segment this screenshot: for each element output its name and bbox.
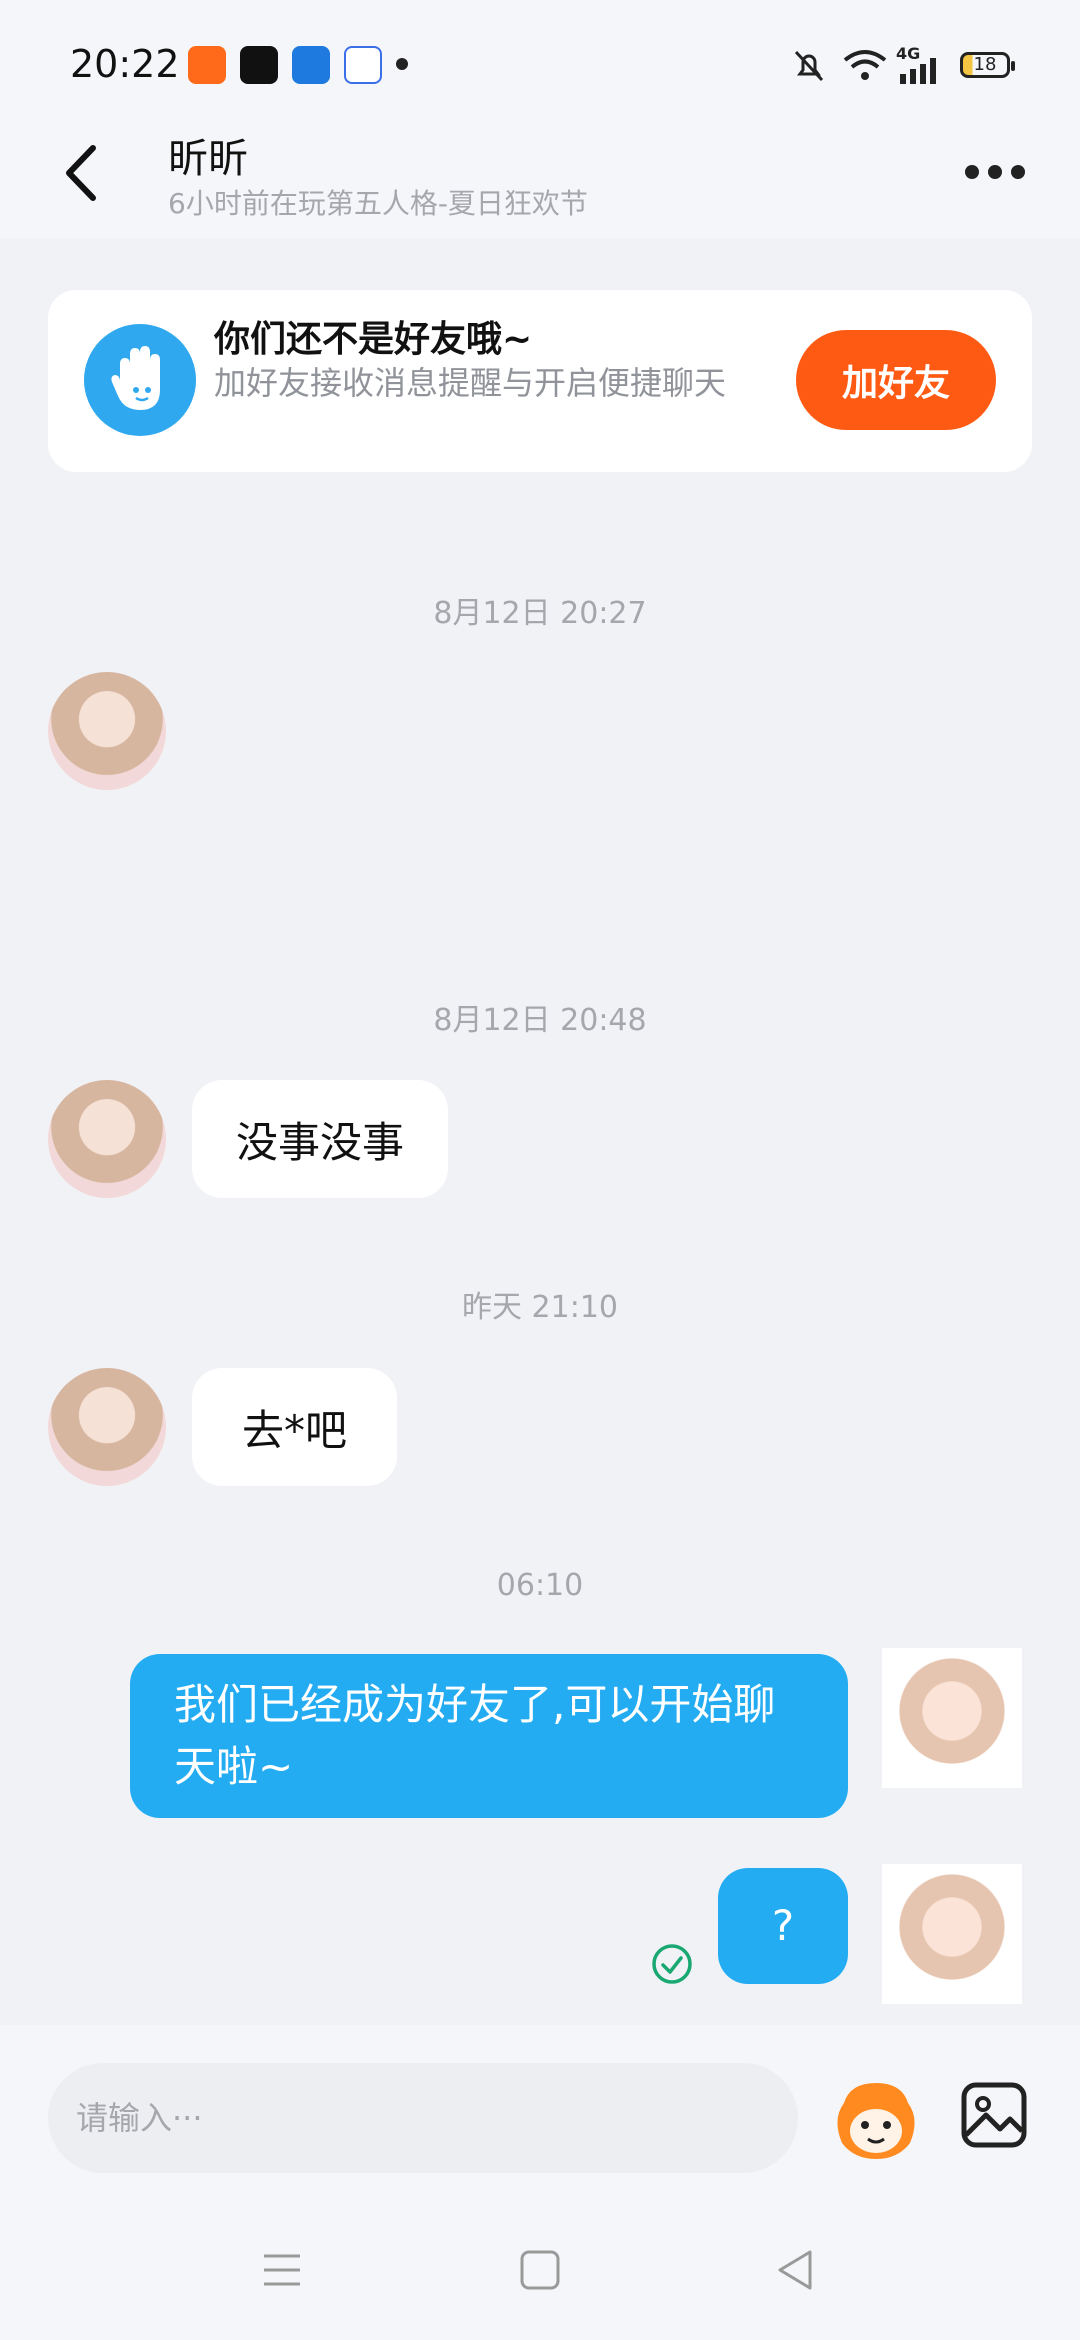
wifi-icon [843, 50, 887, 80]
chat-header: 昕昕 6小时前在玩第五人格-夏日狂欢节 [0, 110, 1080, 238]
message-text: 去*吧 [242, 1405, 348, 1455]
sent-check-icon [652, 1944, 692, 1984]
contact-avatar[interactable] [48, 1368, 166, 1486]
contact-avatar[interactable] [48, 1080, 166, 1198]
incoming-message-bubble[interactable]: 没事没事 [192, 1080, 449, 1198]
my-avatar[interactable] [882, 1648, 1022, 1788]
mute-bell-icon [794, 50, 824, 82]
wave-hand-icon [84, 324, 196, 436]
message-timestamp: 8月12日 20:48 [433, 1003, 647, 1038]
outgoing-message-bubble[interactable]: ? [718, 1868, 848, 1984]
my-avatar[interactable] [882, 1864, 1022, 2004]
message-text: ? [771, 1901, 795, 1950]
contact-avatar[interactable] [48, 672, 166, 790]
outgoing-message-bubble[interactable]: 我们已经成为好友了,可以开始聊天啦~ [130, 1654, 848, 1818]
message-timestamp: 06:10 [496, 1568, 584, 1603]
card-description: 加好友接收消息提醒与开启便捷聊天 [214, 364, 727, 402]
more-options-icon[interactable] [960, 152, 1030, 192]
message-input-bar [0, 2025, 1080, 2200]
add-friend-button[interactable]: 加好友 [796, 330, 996, 430]
back-nav-icon[interactable] [770, 2244, 822, 2296]
home-nav-icon[interactable] [514, 2244, 566, 2296]
contact-name[interactable]: 昕昕 [168, 126, 248, 184]
back-arrow-icon[interactable] [55, 138, 105, 208]
card-title: 你们还不是好友哦~ [214, 319, 533, 360]
signal-icon [900, 58, 936, 84]
menu-nav-icon[interactable] [256, 2244, 308, 2296]
system-navigation-bar [0, 2200, 1080, 2340]
message-input[interactable] [48, 2063, 798, 2173]
status-time: 20:22 [70, 42, 180, 86]
incoming-message-bubble[interactable]: 去*吧 [192, 1368, 398, 1486]
app-icon [292, 46, 330, 84]
notification-dot-icon [396, 58, 408, 70]
kuaishou-app-icon [188, 46, 226, 84]
message-timestamp: 8月12日 20:27 [433, 596, 647, 631]
battery-icon: 18 [960, 52, 1015, 78]
image-icon[interactable] [958, 2079, 1030, 2151]
douyin-app-icon [240, 46, 278, 84]
message-text: 没事没事 [236, 1117, 405, 1167]
message-timestamp: 昨天 21:10 [462, 1290, 618, 1325]
not-friends-card: 你们还不是好友哦~ 加好友接收消息提醒与开启便捷聊天 加好友 [48, 290, 1032, 472]
message-text: 我们已经成为好友了,可以开始聊天啦~ [174, 1680, 776, 1791]
contact-status: 6小时前在玩第五人格-夏日狂欢节 [168, 187, 588, 220]
baidu-app-icon [344, 46, 382, 84]
emoji-mascot-icon[interactable] [830, 2073, 922, 2165]
